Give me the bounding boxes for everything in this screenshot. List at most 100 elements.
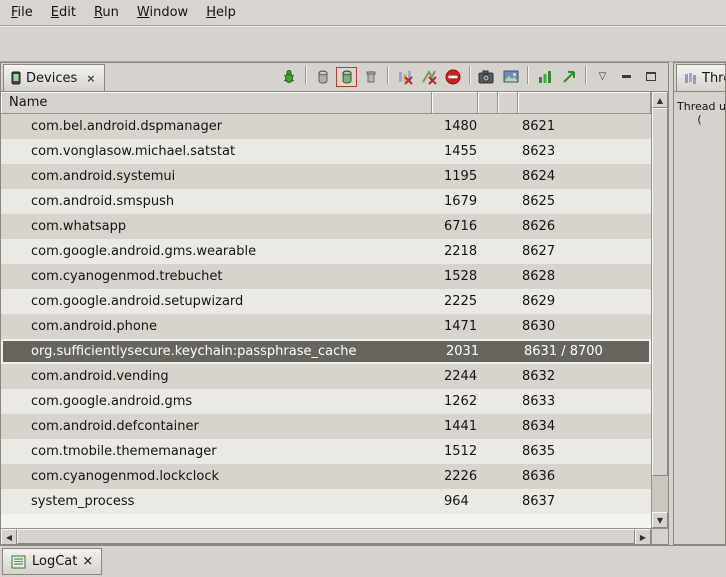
dump-hprof-icon[interactable] — [336, 67, 357, 87]
process-port: 8624 — [518, 164, 651, 189]
process-list: com.bel.android.dspmanager 1480 8621 com… — [1, 114, 651, 514]
process-name: com.android.phone — [1, 314, 432, 339]
table-row[interactable]: com.cyanogenmod.lockclock 22265 8636 — [1, 464, 651, 489]
process-name: com.bel.android.dspmanager — [1, 114, 432, 139]
process-port: 8637 — [518, 489, 651, 514]
menu-window[interactable]: Window — [128, 0, 197, 25]
minimize-icon[interactable] — [616, 67, 637, 87]
process-pid: 1679 — [432, 189, 478, 214]
process-port: 8633 — [518, 389, 651, 414]
toolbar-separator — [469, 66, 470, 84]
process-port: 8621 — [518, 114, 651, 139]
close-icon[interactable]: × — [84, 72, 97, 85]
update-heap-icon[interactable] — [312, 67, 333, 87]
process-name: com.android.smspush — [1, 189, 432, 214]
vertical-scrollbar[interactable]: ▲ ▼ — [651, 92, 668, 528]
start-method-profiling-icon[interactable] — [418, 67, 439, 87]
process-name: system_process — [1, 489, 432, 514]
table-row[interactable]: com.vonglasow.michael.satstat 14553 8623 — [1, 139, 651, 164]
process-port: 8630 — [518, 314, 651, 339]
bottom-tab-bar: LogCat × — [0, 545, 726, 577]
column-header-3[interactable] — [478, 92, 498, 113]
process-port: 8623 — [518, 139, 651, 164]
devices-view: Devices × — [0, 62, 669, 545]
stop-process-icon[interactable] — [442, 67, 463, 87]
table-row[interactable]: com.cyanogenmod.trebuchet 1528 8628 — [1, 264, 651, 289]
scroll-up-icon[interactable]: ▲ — [652, 92, 668, 108]
close-icon[interactable]: × — [82, 554, 93, 569]
process-name: com.google.android.gms.wearable — [1, 239, 432, 264]
table-row[interactable]: com.android.vending 22440 8632 — [1, 364, 651, 389]
maximize-icon[interactable] — [640, 67, 661, 87]
screen-record-icon[interactable] — [500, 67, 521, 87]
horizontal-scroll-thumb[interactable] — [17, 529, 635, 544]
table-row[interactable]: com.whatsapp 6716 8626 — [1, 214, 651, 239]
menu-file[interactable]: File — [2, 0, 42, 25]
table-row[interactable]: com.tmobile.thememanager 1512 8635 — [1, 439, 651, 464]
process-port: 8632 — [518, 364, 651, 389]
table-row[interactable]: com.android.systemui 1195 8624 — [1, 164, 651, 189]
table-row[interactable]: com.google.android.gms 12623 8633 — [1, 389, 651, 414]
table-row[interactable]: org.sufficientlysecure.keychain:passphra… — [1, 339, 651, 364]
main-toolbar — [0, 26, 726, 62]
cause-gc-icon[interactable] — [360, 67, 381, 87]
process-name: com.google.android.setupwizard — [1, 289, 432, 314]
process-port: 8625 — [518, 189, 651, 214]
table-row[interactable]: com.android.phone 1471 8630 — [1, 314, 651, 339]
screen-capture-icon[interactable] — [476, 67, 497, 87]
process-pid: 14553 — [432, 139, 478, 164]
process-name: com.cyanogenmod.trebuchet — [1, 264, 432, 289]
menu-edit[interactable]: Edit — [42, 0, 85, 25]
thread-updates-icon[interactable] — [558, 67, 579, 87]
devices-table: Name com.bel.android.dspmanager 1480 862… — [1, 92, 668, 544]
scroll-left-icon[interactable]: ◀ — [1, 529, 17, 544]
process-pid: 12623 — [432, 389, 478, 414]
column-header-name[interactable]: Name — [1, 92, 432, 113]
table-row[interactable]: com.android.smspush 1679 8625 — [1, 189, 651, 214]
devices-tabbar: Devices × — [1, 63, 668, 92]
update-threads-icon[interactable] — [394, 67, 415, 87]
threads-view: Threads Thread up ( — [673, 62, 726, 545]
heap-updates-icon[interactable] — [534, 67, 555, 87]
view-menu-icon[interactable]: ▽ — [592, 67, 613, 87]
menu-run[interactable]: Run — [85, 0, 128, 25]
table-row[interactable]: system_process 964 8637 — [1, 489, 651, 514]
process-name: com.android.defcontainer — [1, 414, 432, 439]
column-header-4[interactable] — [498, 92, 518, 113]
table-row[interactable]: com.google.android.setupwizard 22250 862… — [1, 289, 651, 314]
process-pid: 22440 — [432, 364, 478, 389]
process-name: com.google.android.gms — [1, 389, 432, 414]
menu-help[interactable]: Help — [197, 0, 245, 25]
logcat-icon — [11, 555, 27, 569]
table-header: Name — [1, 92, 651, 114]
vertical-scroll-thumb[interactable] — [652, 108, 668, 476]
toolbar-separator — [305, 66, 306, 84]
column-header-pid[interactable] — [432, 92, 478, 113]
view-menu-glyph: ▽ — [599, 71, 607, 82]
table-row[interactable]: com.google.android.gms.wearable 22185 86… — [1, 239, 651, 264]
scrollbar-corner — [651, 528, 668, 544]
debug-process-icon[interactable] — [278, 67, 299, 87]
table-row[interactable]: com.bel.android.dspmanager 1480 8621 — [1, 114, 651, 139]
threads-tabbar: Threads — [674, 63, 725, 92]
process-name: com.cyanogenmod.lockclock — [1, 464, 432, 489]
toolbar-separator — [585, 66, 586, 84]
process-pid: 1528 — [432, 264, 478, 289]
column-header-port[interactable] — [518, 92, 651, 113]
process-pid: 1480 — [432, 114, 478, 139]
devices-toolbar: ▽ — [278, 66, 668, 91]
process-name: com.android.vending — [1, 364, 432, 389]
process-pid: 20311 — [434, 341, 480, 362]
tab-devices[interactable]: Devices × — [3, 64, 105, 91]
threads-message-line1: Thread up — [674, 92, 725, 113]
tab-threads[interactable]: Threads — [676, 64, 726, 91]
tab-logcat[interactable]: LogCat × — [2, 548, 102, 575]
process-pid: 6716 — [432, 214, 478, 239]
threads-message-line2: ( — [674, 113, 725, 126]
scroll-down-icon[interactable]: ▼ — [652, 512, 668, 528]
process-port: 8629 — [518, 289, 651, 314]
table-row[interactable]: com.android.defcontainer 14411 8634 — [1, 414, 651, 439]
horizontal-scrollbar[interactable]: ◀ ▶ — [1, 528, 651, 544]
scroll-right-icon[interactable]: ▶ — [635, 529, 651, 544]
vertical-scroll-track[interactable] — [652, 476, 668, 512]
